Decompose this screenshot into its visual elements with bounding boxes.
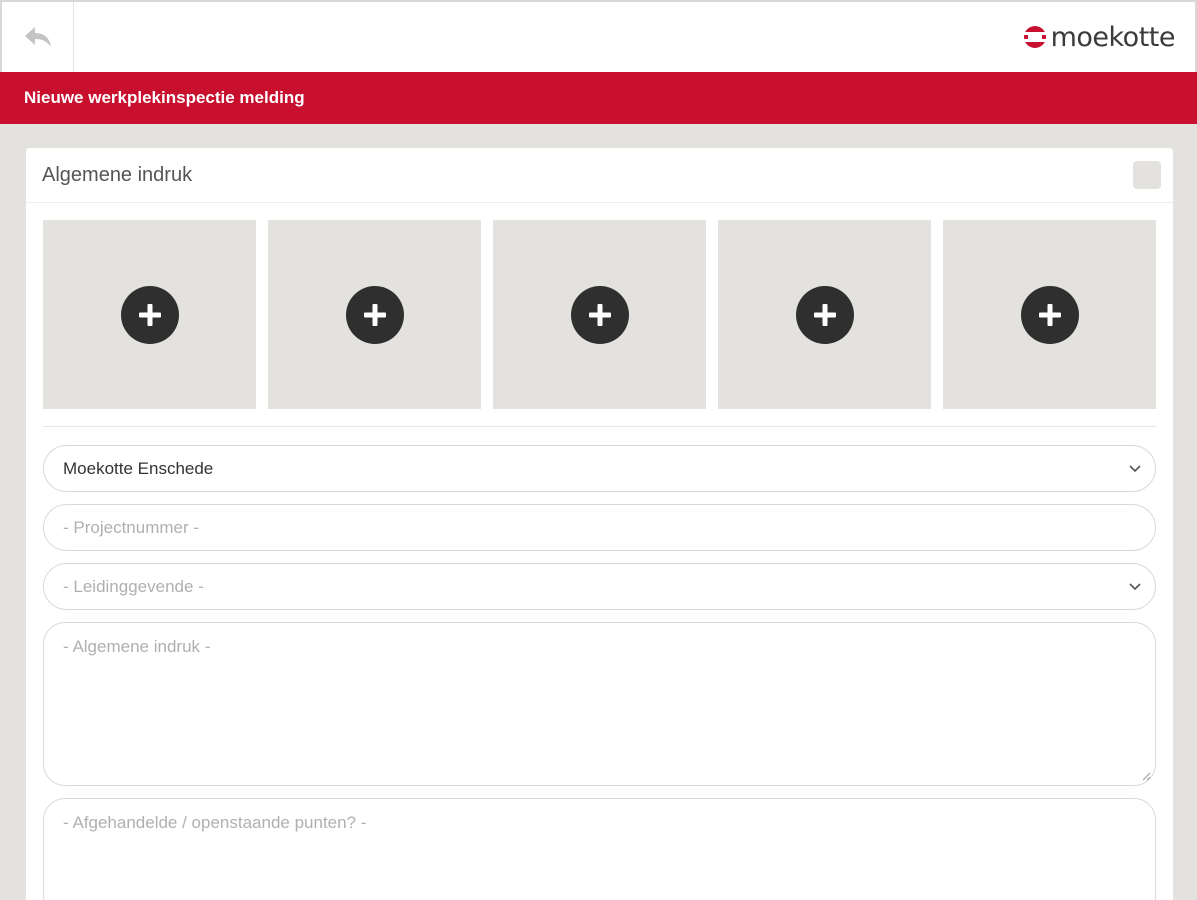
top-bar: moekotte: [0, 0, 1197, 72]
section-checkbox[interactable]: [1133, 161, 1161, 189]
photo-slots: [43, 220, 1156, 409]
add-photo-icon[interactable]: [1020, 285, 1079, 344]
logo-mark-icon: [1022, 26, 1047, 48]
location-value: Moekotte Enschede: [63, 458, 214, 478]
add-photo-icon[interactable]: [120, 285, 179, 344]
location-select[interactable]: Moekotte Enschede: [43, 445, 1156, 492]
impression-textarea[interactable]: - Algemene indruk -: [43, 622, 1156, 786]
page-title: Nieuwe werkplekinspectie melding: [24, 88, 305, 107]
points-textarea[interactable]: - Afgehandelde / openstaande punten? -: [43, 798, 1156, 900]
photo-slot-4[interactable]: [718, 220, 931, 409]
project-number-input[interactable]: - Projectnummer -: [43, 504, 1156, 551]
add-photo-icon[interactable]: [795, 285, 854, 344]
manager-placeholder: - Leidinggevende -: [63, 576, 204, 596]
points-placeholder: - Afgehandelde / openstaande punten? -: [63, 813, 367, 832]
page-title-bar: Nieuwe werkplekinspectie melding: [0, 72, 1197, 124]
divider: [43, 426, 1156, 427]
logo-text: moekotte: [1050, 21, 1176, 53]
manager-select[interactable]: - Leidinggevende -: [43, 563, 1156, 610]
add-photo-icon[interactable]: [570, 285, 629, 344]
impression-placeholder: - Algemene indruk -: [63, 637, 211, 656]
add-photo-icon[interactable]: [345, 285, 404, 344]
chevron-down-icon: [1129, 464, 1141, 472]
chevron-down-icon: [1129, 582, 1141, 590]
photo-slot-1[interactable]: [43, 220, 256, 409]
back-button[interactable]: [2, 2, 74, 72]
inspection-card: Algemene indruk Moekotte Enschede - Proj…: [26, 148, 1173, 900]
card-header: Algemene indruk: [26, 148, 1173, 203]
back-arrow-icon: [24, 27, 51, 47]
card-title: Algemene indruk: [42, 163, 193, 186]
photo-slot-5[interactable]: [943, 220, 1156, 409]
photo-slot-3[interactable]: [493, 220, 706, 409]
moekotte-logo: moekotte: [1022, 20, 1176, 54]
photo-slot-2[interactable]: [268, 220, 481, 409]
resize-handle-icon[interactable]: [1142, 772, 1151, 781]
project-number-placeholder: - Projectnummer -: [63, 517, 200, 537]
